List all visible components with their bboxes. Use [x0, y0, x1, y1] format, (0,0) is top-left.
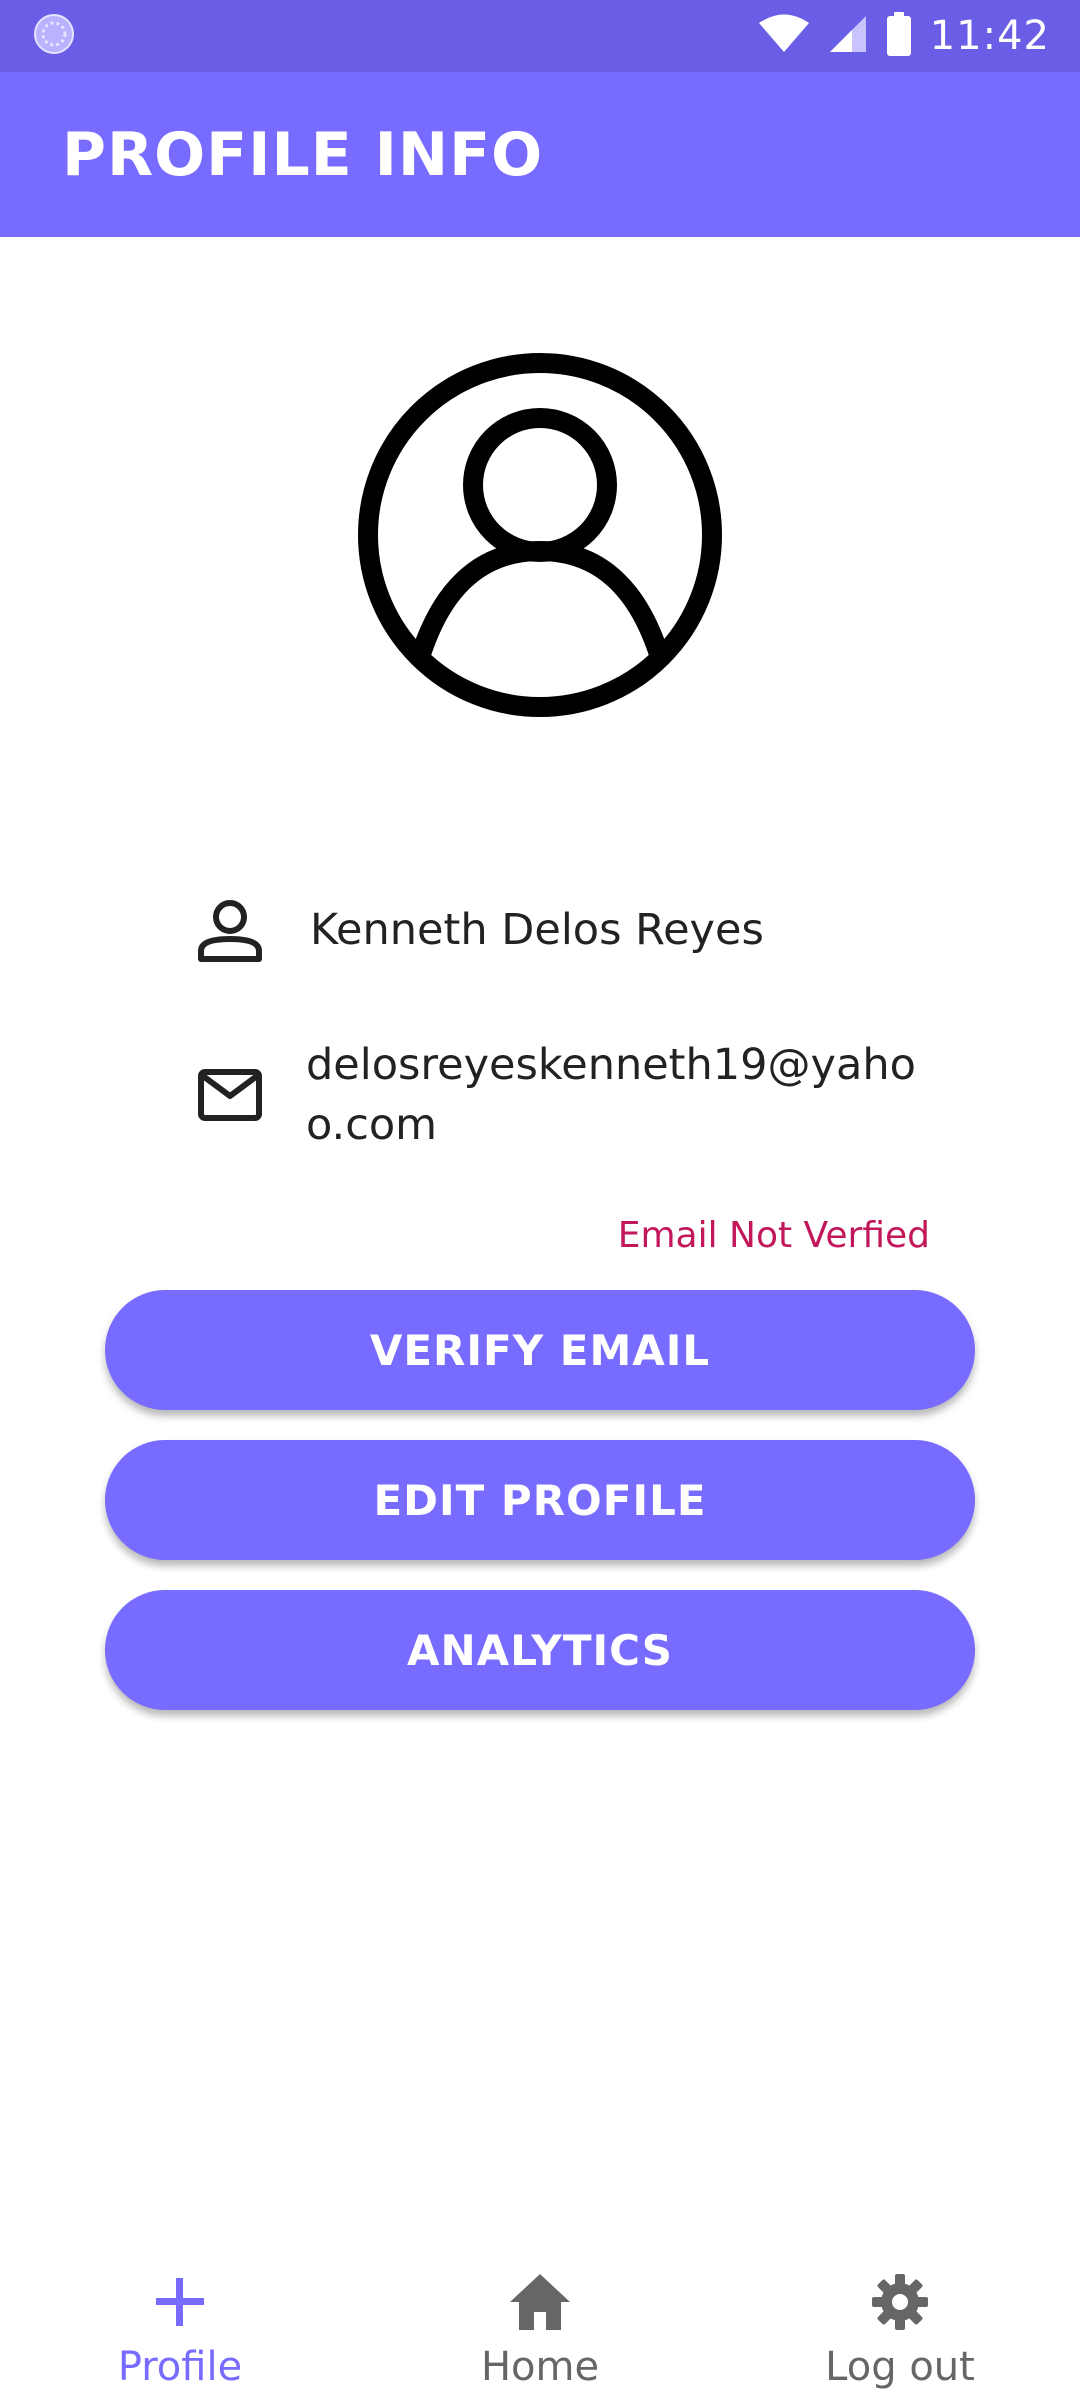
wifi-icon: [758, 14, 810, 59]
avatar: [358, 353, 722, 717]
nav-item-home[interactable]: Home: [360, 2240, 720, 2400]
edit-profile-button[interactable]: EDIT PROFILE: [105, 1440, 975, 1560]
bottom-nav: Profile Home Log out: [0, 2240, 1080, 2400]
home-icon: [508, 2270, 572, 2334]
status-right: 11:42: [758, 11, 1050, 61]
mail-icon: [190, 1055, 270, 1135]
profile-name: Kenneth Delos Reyes: [310, 905, 764, 955]
nav-item-profile[interactable]: Profile: [0, 2240, 360, 2400]
plus-icon: [148, 2270, 212, 2334]
nav-label-logout: Log out: [825, 2344, 975, 2390]
nav-item-logout[interactable]: Log out: [720, 2240, 1080, 2400]
app-bar: PROFILE INFO: [0, 72, 1080, 237]
status-bar: 11:42: [0, 0, 1080, 72]
status-time: 11:42: [929, 13, 1050, 59]
account-circle-icon: [358, 353, 722, 717]
person-icon: [190, 890, 270, 970]
nav-label-home: Home: [480, 2344, 600, 2390]
status-left: [32, 12, 76, 61]
profile-email: delosreyeskenneth19@yahoo.com: [306, 1040, 916, 1150]
page-title: PROFILE INFO: [62, 119, 544, 190]
analytics-button[interactable]: ANALYTICS: [105, 1590, 975, 1710]
notification-icon: [32, 12, 76, 61]
email-row: delosreyeskenneth19@yahoo.com: [190, 1035, 926, 1155]
verify-email-button[interactable]: VERIFY EMAIL: [105, 1290, 975, 1410]
nav-label-profile: Profile: [117, 2344, 243, 2390]
battery-icon: [886, 11, 912, 61]
name-row: Kenneth Delos Reyes: [190, 890, 764, 970]
email-verification-status: Email Not Verfied: [617, 1215, 930, 1256]
gear-icon: [868, 2270, 932, 2334]
signal-icon: [828, 14, 868, 59]
